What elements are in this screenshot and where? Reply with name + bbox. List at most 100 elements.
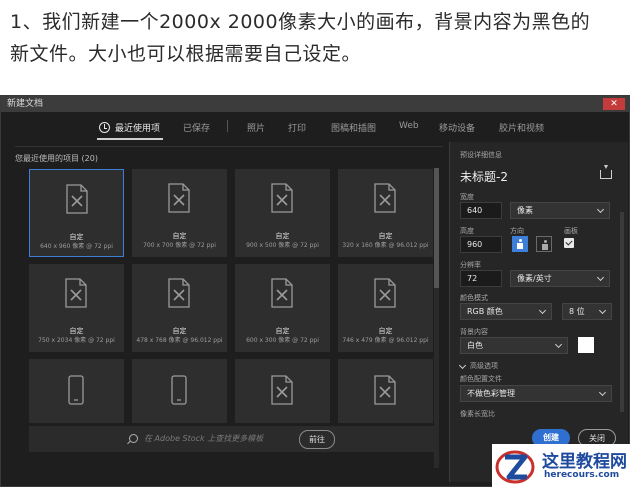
bit-depth-select[interactable]: 8 位 (562, 303, 612, 320)
stock-search-bar[interactable]: 在 Adobe Stock 上查找更多模板 前往 (29, 426, 435, 452)
chevron-down-icon (598, 306, 607, 315)
preset-card[interactable]: 自定 478 x 768 像素 @ 96.012 ppi (132, 264, 227, 352)
artboard-label: 画板 (564, 227, 578, 235)
portrait-orientation-button[interactable] (512, 236, 528, 252)
recent-label-text: 您最近使用的项目 (15, 154, 79, 163)
landscape-icon (542, 240, 548, 250)
new-document-dialog: 新建文档 ✕ 最近使用项 已保存 照片 打印 图稿和插图 Web 移动设备 胶片… (0, 95, 630, 487)
pixel-aspect-label: 像素长宽比 (460, 410, 495, 418)
preset-size: 746 x 479 像素 @ 96.012 ppi (342, 337, 429, 344)
color-mode-value: RGB 颜色 (467, 307, 503, 316)
window-title: 新建文档 (7, 99, 44, 109)
resolution-label: 分辨率 (460, 261, 481, 269)
document-icon (271, 375, 293, 405)
scrollbar-thumb[interactable] (434, 168, 439, 288)
preset-card[interactable] (29, 359, 124, 423)
document-icon (374, 183, 396, 213)
phone-icon (68, 375, 84, 405)
tab-photo[interactable]: 照片 (247, 121, 265, 134)
tab-mobile[interactable]: 移动设备 (439, 121, 475, 134)
save-preset-icon[interactable] (600, 165, 612, 179)
width-unit-select[interactable]: 像素 (510, 202, 610, 219)
document-icon (168, 183, 190, 213)
preset-details-label: 预设详细信息 (460, 151, 502, 159)
watermark-title: 这里教程网 (542, 452, 627, 472)
document-icon (65, 278, 87, 308)
grid-scrollbar[interactable] (434, 168, 439, 468)
landscape-orientation-button[interactable] (536, 236, 552, 252)
window-titlebar: 新建文档 ✕ (1, 96, 629, 112)
resolution-unit-value: 像素/英寸 (517, 274, 552, 283)
preset-size: 640 x 960 像素 @ 72 ppi (40, 243, 113, 250)
chevron-down-icon (554, 340, 563, 349)
preset-card[interactable]: 自定 600 x 300 像素 @ 72 ppi (235, 264, 330, 352)
document-icon (168, 278, 190, 308)
document-icon (271, 278, 293, 308)
recent-label: 您最近使用的项目 (20) (15, 153, 98, 164)
width-unit-value: 像素 (517, 206, 533, 215)
height-input[interactable]: 960 (460, 236, 502, 253)
preset-size: 700 x 700 像素 @ 72 ppi (143, 242, 216, 249)
chevron-down-icon (596, 273, 605, 282)
tab-film-video[interactable]: 胶片和视频 (499, 121, 544, 134)
artboard-checkbox[interactable] (564, 238, 574, 248)
preset-size: 320 x 160 像素 @ 96.012 ppi (342, 242, 429, 249)
preset-card[interactable] (132, 359, 227, 423)
go-button[interactable]: 前往 (299, 430, 335, 449)
height-label: 高度 (460, 227, 474, 235)
preset-card[interactable]: 自定 900 x 500 像素 @ 72 ppi (235, 169, 330, 257)
tab-separator (227, 120, 228, 132)
document-icon (271, 183, 293, 213)
search-icon (129, 434, 138, 443)
preset-card[interactable]: 自定 640 x 960 像素 @ 72 ppi (29, 169, 124, 257)
color-mode-label: 颜色模式 (460, 294, 488, 302)
preset-size: 600 x 300 像素 @ 72 ppi (246, 337, 319, 344)
watermark-url: herecours.com (544, 470, 620, 480)
panel-scrollbar[interactable] (620, 212, 624, 412)
preset-card[interactable] (235, 359, 330, 423)
tab-recent[interactable]: 最近使用项 (99, 121, 160, 134)
chevron-down-icon (538, 306, 547, 315)
site-logo-icon (495, 450, 535, 484)
color-profile-value: 不做色彩管理 (467, 389, 515, 398)
caption-text: 1、我们新建一个2000x 2000像素大小的画布，背景内容为黑色的新文件。大小… (10, 11, 591, 65)
recent-count: (20) (81, 154, 98, 163)
tab-saved[interactable]: 已保存 (183, 121, 210, 134)
preset-size: 478 x 768 像素 @ 96.012 ppi (136, 337, 223, 344)
portrait-icon (517, 239, 523, 249)
advanced-options-label[interactable]: 高级选项 (470, 361, 498, 371)
background-color-swatch[interactable] (578, 337, 594, 353)
tab-recent-label: 最近使用项 (115, 124, 161, 134)
orientation-label: 方向 (510, 227, 524, 235)
background-select[interactable]: 白色 (460, 337, 568, 354)
bit-depth-value: 8 位 (569, 307, 585, 316)
chevron-down-icon (596, 205, 605, 214)
color-profile-label: 颜色配置文件 (460, 375, 502, 383)
tab-print[interactable]: 打印 (288, 121, 306, 134)
watermark: 这里教程网 herecours.com (492, 444, 640, 487)
color-profile-select[interactable]: 不做色彩管理 (460, 385, 612, 402)
width-input[interactable]: 640 (460, 202, 502, 219)
category-tabs: 最近使用项 已保存 照片 打印 图稿和插图 Web 移动设备 胶片和视频 (1, 112, 631, 142)
preset-card[interactable]: 自定 700 x 700 像素 @ 72 ppi (132, 169, 227, 257)
preset-card[interactable] (338, 359, 433, 423)
document-name[interactable]: 未标题-2 (460, 168, 508, 185)
tab-web[interactable]: Web (399, 121, 419, 131)
preset-card[interactable]: 自定 320 x 160 像素 @ 96.012 ppi (338, 169, 433, 257)
preset-card[interactable]: 自定 750 x 2034 像素 @ 72 ppi (29, 264, 124, 352)
stock-search-placeholder[interactable]: 在 Adobe Stock 上查找更多模板 (144, 433, 263, 444)
color-mode-select[interactable]: RGB 颜色 (460, 303, 552, 320)
background-label: 背景内容 (460, 328, 488, 336)
close-window-icon[interactable]: ✕ (603, 98, 625, 110)
resolution-unit-select[interactable]: 像素/英寸 (510, 270, 610, 287)
tab-art-illustration[interactable]: 图稿和插图 (331, 121, 376, 134)
preset-card[interactable]: 自定 746 x 479 像素 @ 96.012 ppi (338, 264, 433, 352)
preset-size: 900 x 500 像素 @ 72 ppi (246, 242, 319, 249)
background-value: 白色 (467, 341, 483, 350)
phone-icon (171, 375, 187, 405)
chevron-down-icon[interactable] (458, 361, 467, 370)
clock-icon (99, 122, 110, 133)
resolution-input[interactable]: 72 (460, 270, 502, 287)
document-icon (374, 278, 396, 308)
preset-size: 750 x 2034 像素 @ 72 ppi (38, 337, 115, 344)
